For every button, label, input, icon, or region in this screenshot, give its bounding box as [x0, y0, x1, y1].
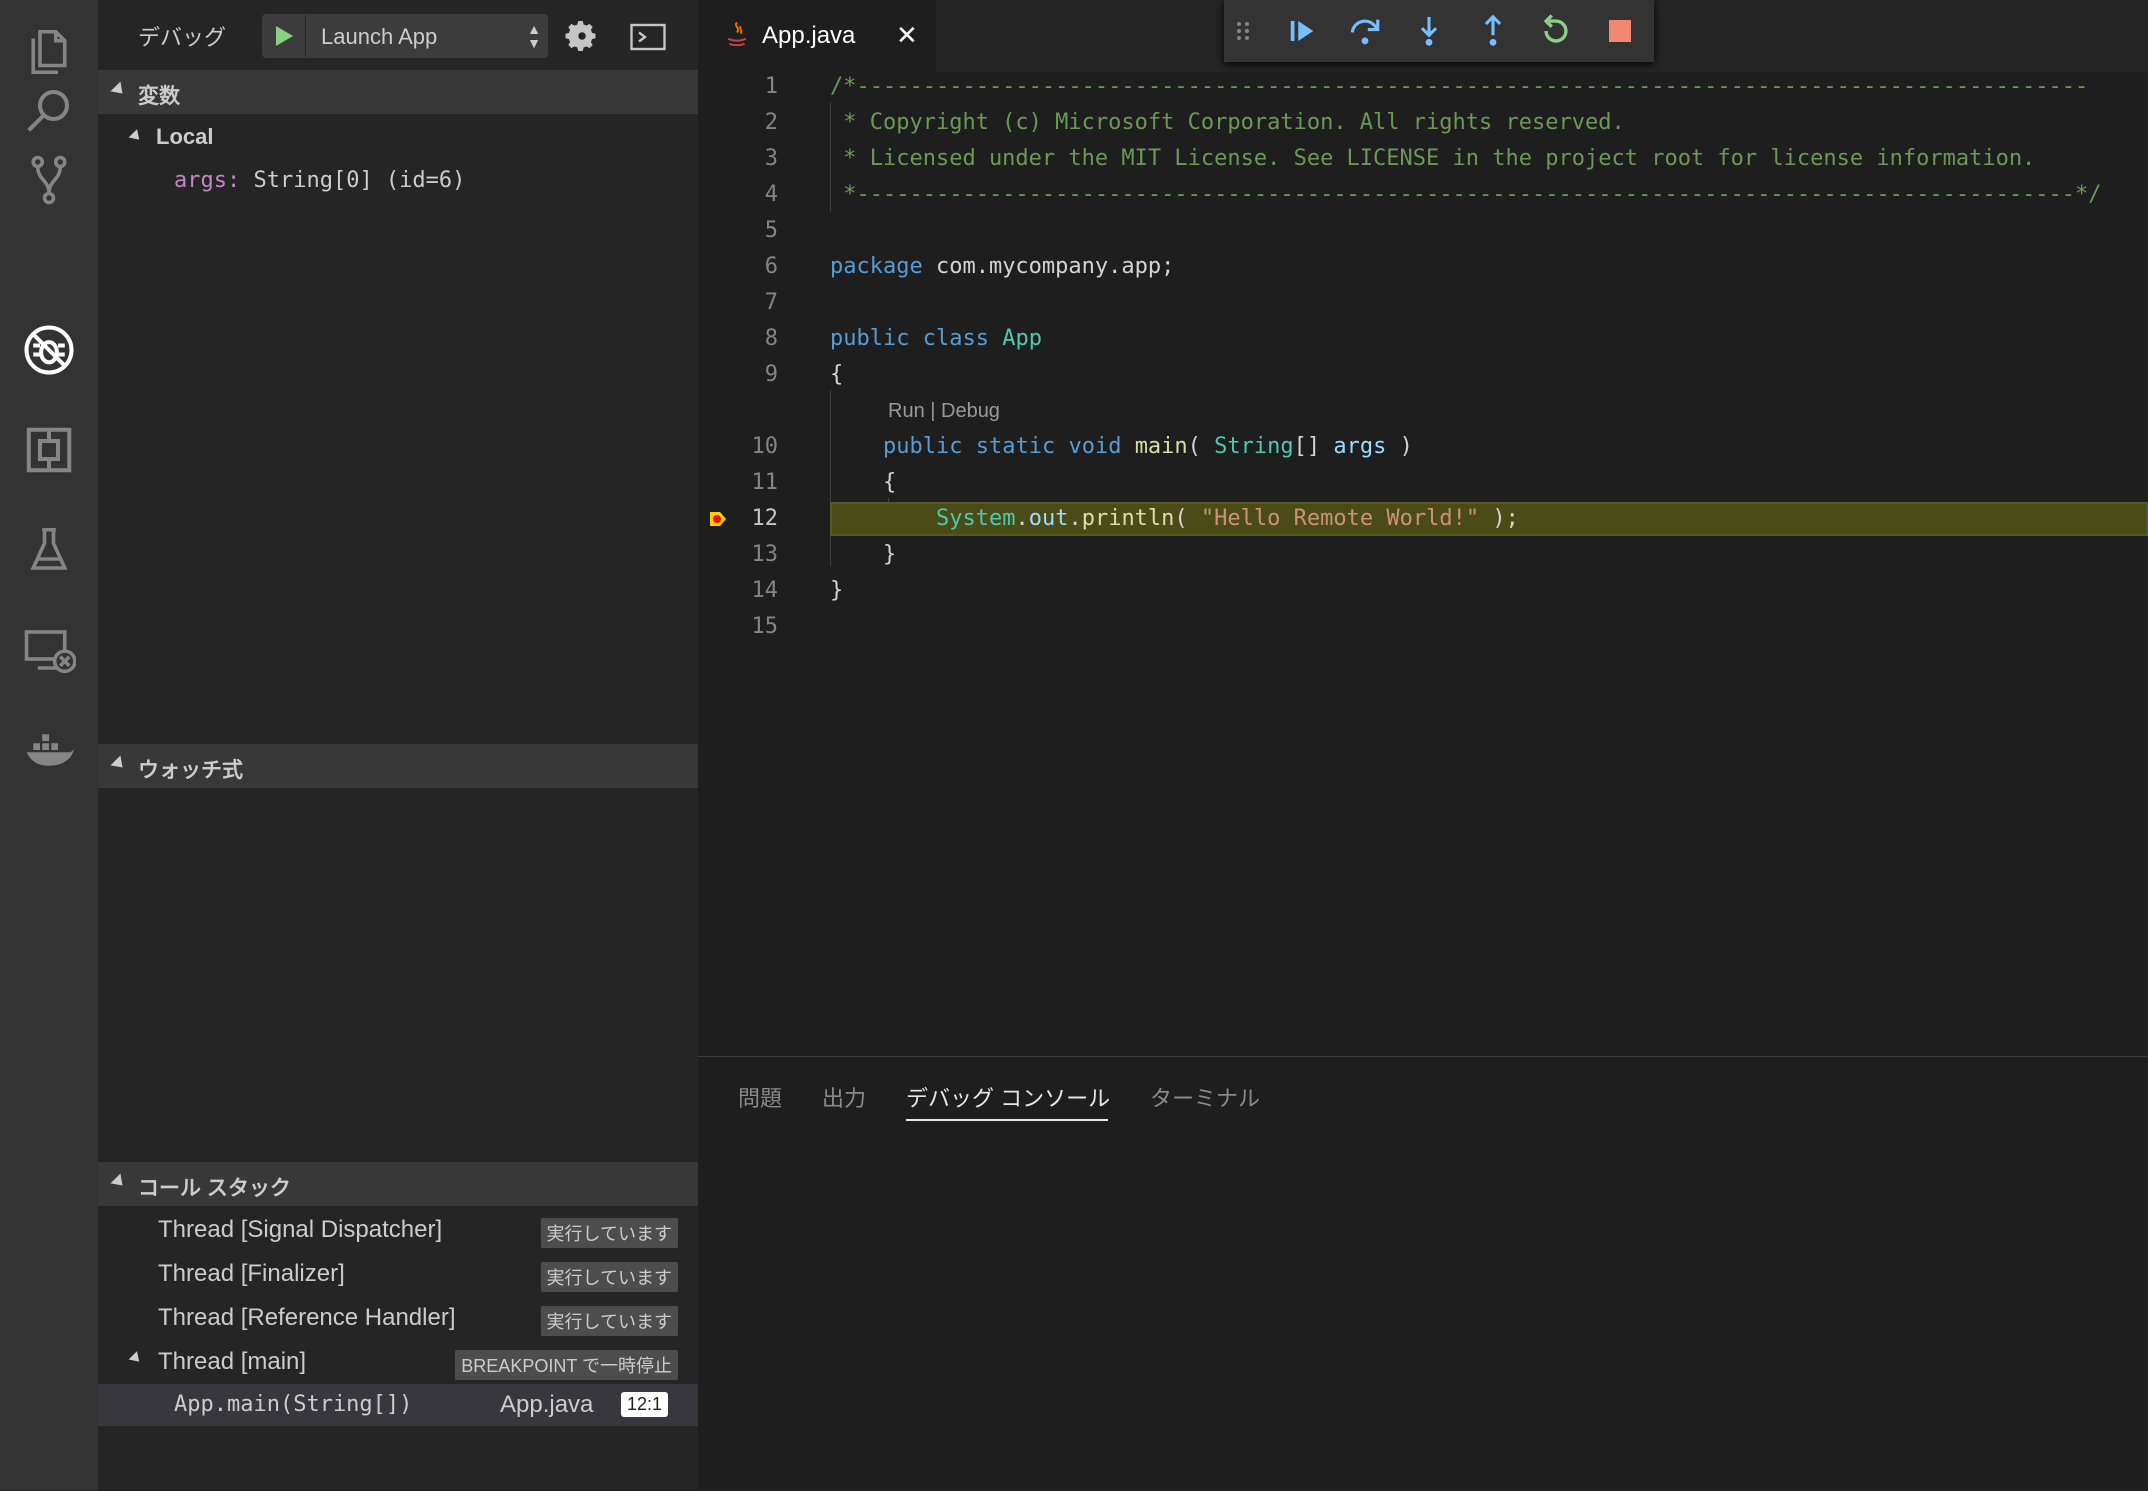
call-stack-section-header[interactable]: コール スタック	[98, 1162, 698, 1206]
continue-icon[interactable]	[1283, 12, 1321, 50]
expand-icon[interactable]	[128, 129, 144, 144]
debug-console-icon[interactable]	[630, 20, 666, 54]
thread-name: Thread [main]	[158, 1348, 307, 1375]
restart-icon[interactable]	[1537, 12, 1575, 50]
frame-position-badge: 12:1	[621, 1392, 669, 1417]
code-line: public class App	[830, 326, 1042, 351]
code-line: /*--------------------------------------…	[830, 74, 2089, 99]
tab-output[interactable]: 出力	[822, 1081, 866, 1113]
sidebar-title-bar: デバッグ Launch App ▲ ▼	[98, 0, 698, 72]
code-line-current: System.out.println( "Hello Remote World!…	[935, 506, 1519, 531]
debug-toolbar	[1224, 0, 1654, 62]
docker-icon[interactable]	[0, 710, 98, 790]
scope-local[interactable]: Local	[156, 124, 213, 150]
start-debug-button[interactable]	[263, 15, 306, 57]
thread-status-badge: BREAKPOINT で一時停止	[455, 1350, 678, 1380]
close-icon[interactable]: ✕	[896, 20, 918, 51]
thread-name: Thread [Signal Dispatcher]	[158, 1216, 443, 1243]
stack-frame-row[interactable]: App.main(String[]) App.java 12:1	[98, 1384, 698, 1426]
line-number: 7	[764, 290, 778, 315]
chevron-updown-icon: ▲ ▼	[527, 21, 541, 51]
thread-name: Thread [Finalizer]	[158, 1260, 345, 1287]
line-number: 9	[764, 362, 778, 387]
code-lens-run-debug[interactable]: Run | Debug	[888, 400, 1000, 423]
thread-status-badge: 実行しています	[540, 1306, 678, 1336]
code-line: {	[830, 470, 897, 495]
variable-name: args:	[174, 168, 241, 193]
watch-section-header[interactable]: ウォッチ式	[98, 744, 698, 788]
step-out-icon[interactable]	[1474, 12, 1512, 50]
step-over-icon[interactable]	[1346, 12, 1384, 50]
tab-app-java[interactable]: App.java ✕	[698, 0, 936, 72]
line-number: 10	[751, 434, 779, 459]
thread-status-badge: 実行しています	[540, 1218, 678, 1248]
code-line: }	[830, 542, 897, 567]
line-number: 5	[764, 218, 778, 243]
code-line: package com.mycompany.app;	[830, 254, 1175, 279]
variable-value: String[0] (id=6)	[253, 168, 466, 193]
line-number: 3	[764, 146, 778, 171]
collapse-icon	[110, 81, 128, 99]
code-line: }	[830, 578, 844, 603]
debug-sidebar: デバッグ Launch App ▲ ▼ 変数 Local args: String…	[98, 0, 698, 1490]
code-line: {	[830, 362, 844, 387]
activity-bar	[0, 0, 98, 1490]
step-into-icon[interactable]	[1410, 12, 1448, 50]
active-tab-underline	[906, 1119, 1108, 1121]
frame-function: App.main(String[])	[174, 1392, 413, 1417]
thread-name: Thread [Reference Handler]	[158, 1304, 456, 1331]
collapse-icon	[110, 1173, 128, 1191]
code-line: *---------------------------------------…	[830, 182, 2102, 207]
code-line: * Licensed under the MIT License. See LI…	[830, 146, 2036, 171]
debug-icon[interactable]	[0, 310, 98, 390]
tab-label: App.java	[762, 22, 856, 49]
code-line: * Copyright (c) Microsoft Corporation. A…	[830, 110, 1625, 135]
launch-config-name: Launch App	[321, 24, 438, 49]
play-icon	[276, 26, 293, 46]
line-number: 14	[751, 578, 779, 603]
call-stack-title: コール スタック	[138, 1177, 291, 1200]
line-number: 8	[764, 326, 778, 351]
thread-row-main[interactable]: Thread [main] BREAKPOINT で一時停止	[98, 1340, 698, 1384]
launch-config-select[interactable]: Launch App ▲ ▼	[262, 14, 548, 58]
thread-row[interactable]: Thread [Signal Dispatcher] 実行しています	[98, 1208, 698, 1252]
collapse-icon	[110, 755, 128, 773]
stop-icon[interactable]	[1601, 12, 1639, 50]
variables-section-header[interactable]: 変数	[98, 70, 698, 114]
java-icon	[727, 21, 747, 47]
line-number: 13	[751, 542, 779, 567]
line-number: 1	[764, 74, 778, 99]
thread-row[interactable]: Thread [Finalizer] 実行しています	[98, 1252, 698, 1296]
sidebar-title: デバッグ	[138, 25, 227, 50]
search-icon[interactable]	[0, 70, 98, 150]
thread-status-badge: 実行しています	[540, 1262, 678, 1292]
frame-file: App.java	[500, 1391, 594, 1418]
remote-explorer-icon[interactable]	[0, 610, 98, 690]
variables-title: 変数	[138, 85, 180, 108]
breakpoint-arrow-icon[interactable]	[708, 509, 728, 529]
expand-icon	[128, 1351, 144, 1366]
drag-handle-icon[interactable]	[1228, 12, 1258, 50]
line-number: 6	[764, 254, 778, 279]
tab-problems[interactable]: 問題	[738, 1081, 782, 1113]
line-number: 11	[751, 470, 779, 495]
bottom-panel: 問題 出力 デバッグ コンソール ターミナル	[698, 1056, 2148, 1491]
line-number: 2	[764, 110, 778, 135]
gear-icon[interactable]	[564, 18, 600, 54]
line-number: 4	[764, 182, 778, 207]
variable-row[interactable]: args: String[0] (id=6)	[174, 168, 465, 193]
code-line: public static void main( String[] args )	[882, 434, 1413, 459]
extensions-icon[interactable]	[0, 410, 98, 490]
watch-title: ウォッチ式	[138, 759, 243, 782]
tab-debug-console[interactable]: デバッグ コンソール	[906, 1081, 1110, 1113]
test-icon[interactable]	[0, 510, 98, 590]
line-number: 15	[751, 614, 779, 639]
thread-row[interactable]: Thread [Reference Handler] 実行しています	[98, 1296, 698, 1340]
code-editor[interactable]: 1 2 3 4 5 6 7 8 9 10 11 12 13 14 15 /*--…	[698, 72, 2148, 1056]
source-control-icon[interactable]	[0, 140, 98, 220]
tab-terminal[interactable]: ターミナル	[1150, 1081, 1260, 1113]
